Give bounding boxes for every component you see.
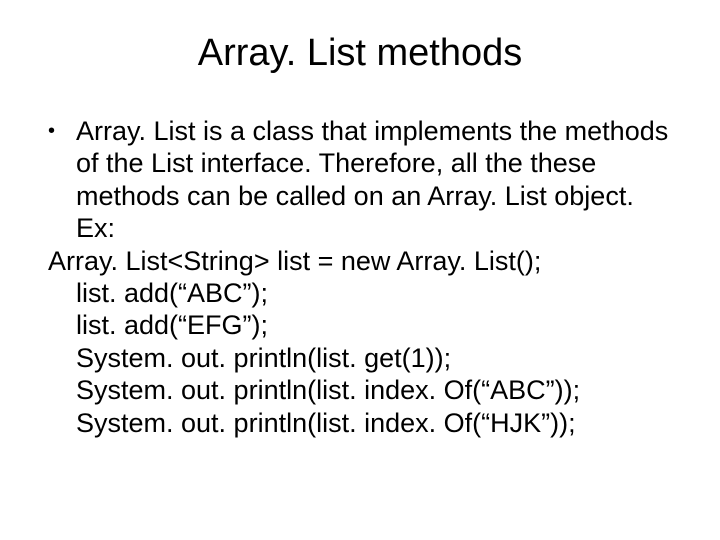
code-line-2: list. add(“ABC”); <box>48 277 672 309</box>
bullet-dot-icon: • <box>48 115 76 147</box>
slide-body: • Array. List is a class that implements… <box>48 115 672 439</box>
slide-title: Array. List methods <box>48 32 672 75</box>
slide: Array. List methods • Array. List is a c… <box>0 0 720 540</box>
code-line-5: System. out. println(list. index. Of(“AB… <box>48 374 672 406</box>
code-line-1: Array. List<String> list = new Array. Li… <box>48 245 672 277</box>
code-line-3: list. add(“EFG”); <box>48 309 672 341</box>
code-line-6: System. out. println(list. index. Of(“HJ… <box>48 407 672 439</box>
bullet-item: • Array. List is a class that implements… <box>48 115 672 245</box>
bullet-text: Array. List is a class that implements t… <box>76 115 672 245</box>
code-line-4: System. out. println(list. get(1)); <box>48 342 672 374</box>
